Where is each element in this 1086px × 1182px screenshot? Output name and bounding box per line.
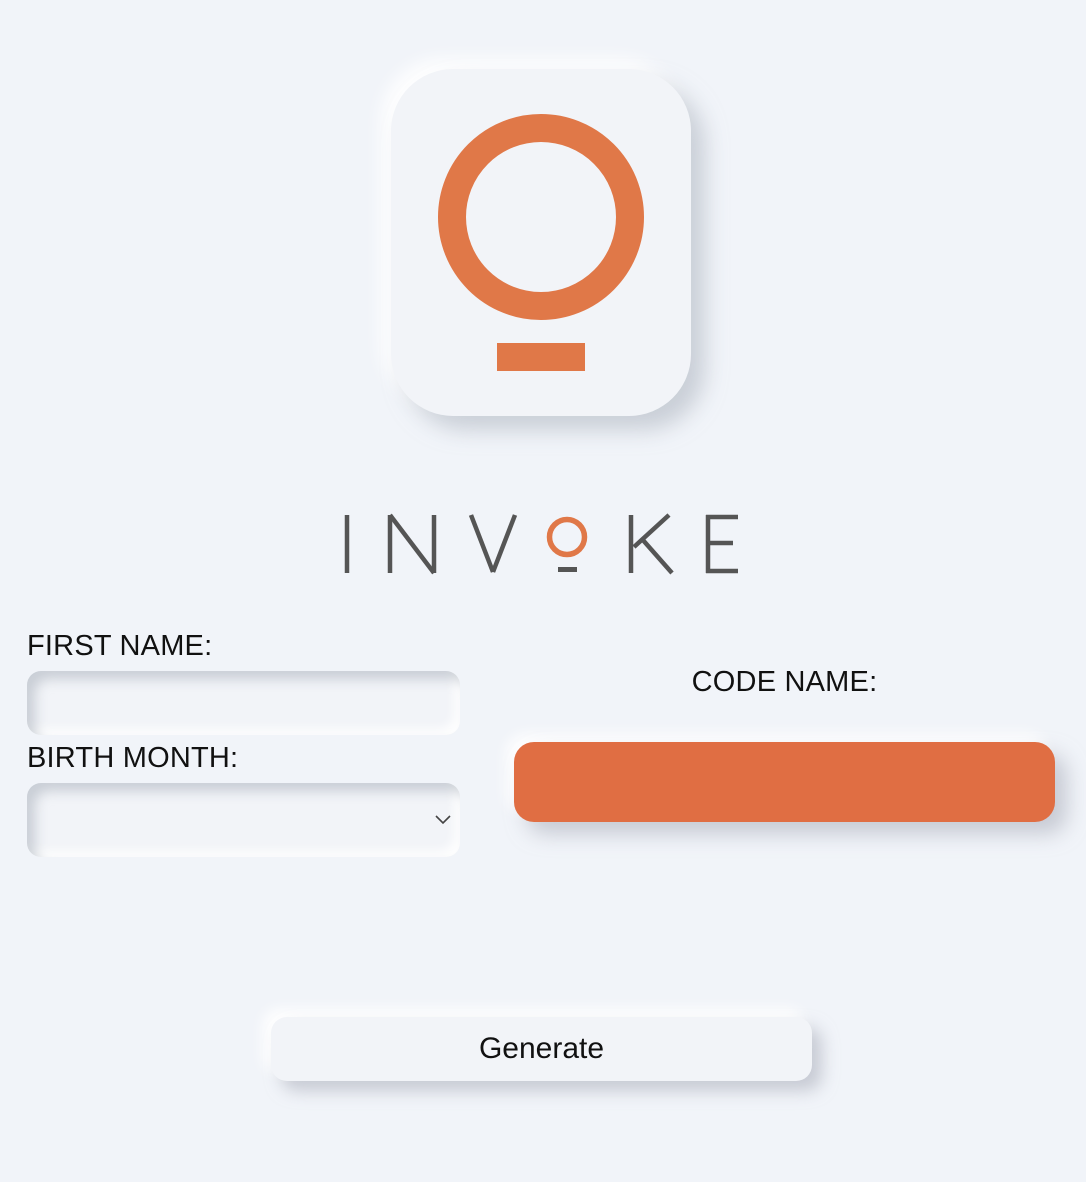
invoke-wordmark-logo [330,505,760,585]
first-name-input[interactable] [27,671,460,735]
generate-button[interactable]: Generate [271,1017,812,1081]
code-name-output [514,742,1055,822]
code-name-label: CODE NAME: [691,666,878,698]
code-name-generator-page: FIRST NAME: BIRTH MONTH: CODE NAME: Gene… [0,0,1086,1182]
birth-month-field-wrapper [27,783,460,857]
first-name-label: FIRST NAME: [27,630,213,662]
birth-month-select[interactable] [27,783,460,857]
birth-month-label: BIRTH MONTH: [27,742,239,774]
first-name-field-wrapper [27,671,460,735]
app-logo-tile [391,69,691,416]
lightbulb-ring-icon [438,114,644,371]
